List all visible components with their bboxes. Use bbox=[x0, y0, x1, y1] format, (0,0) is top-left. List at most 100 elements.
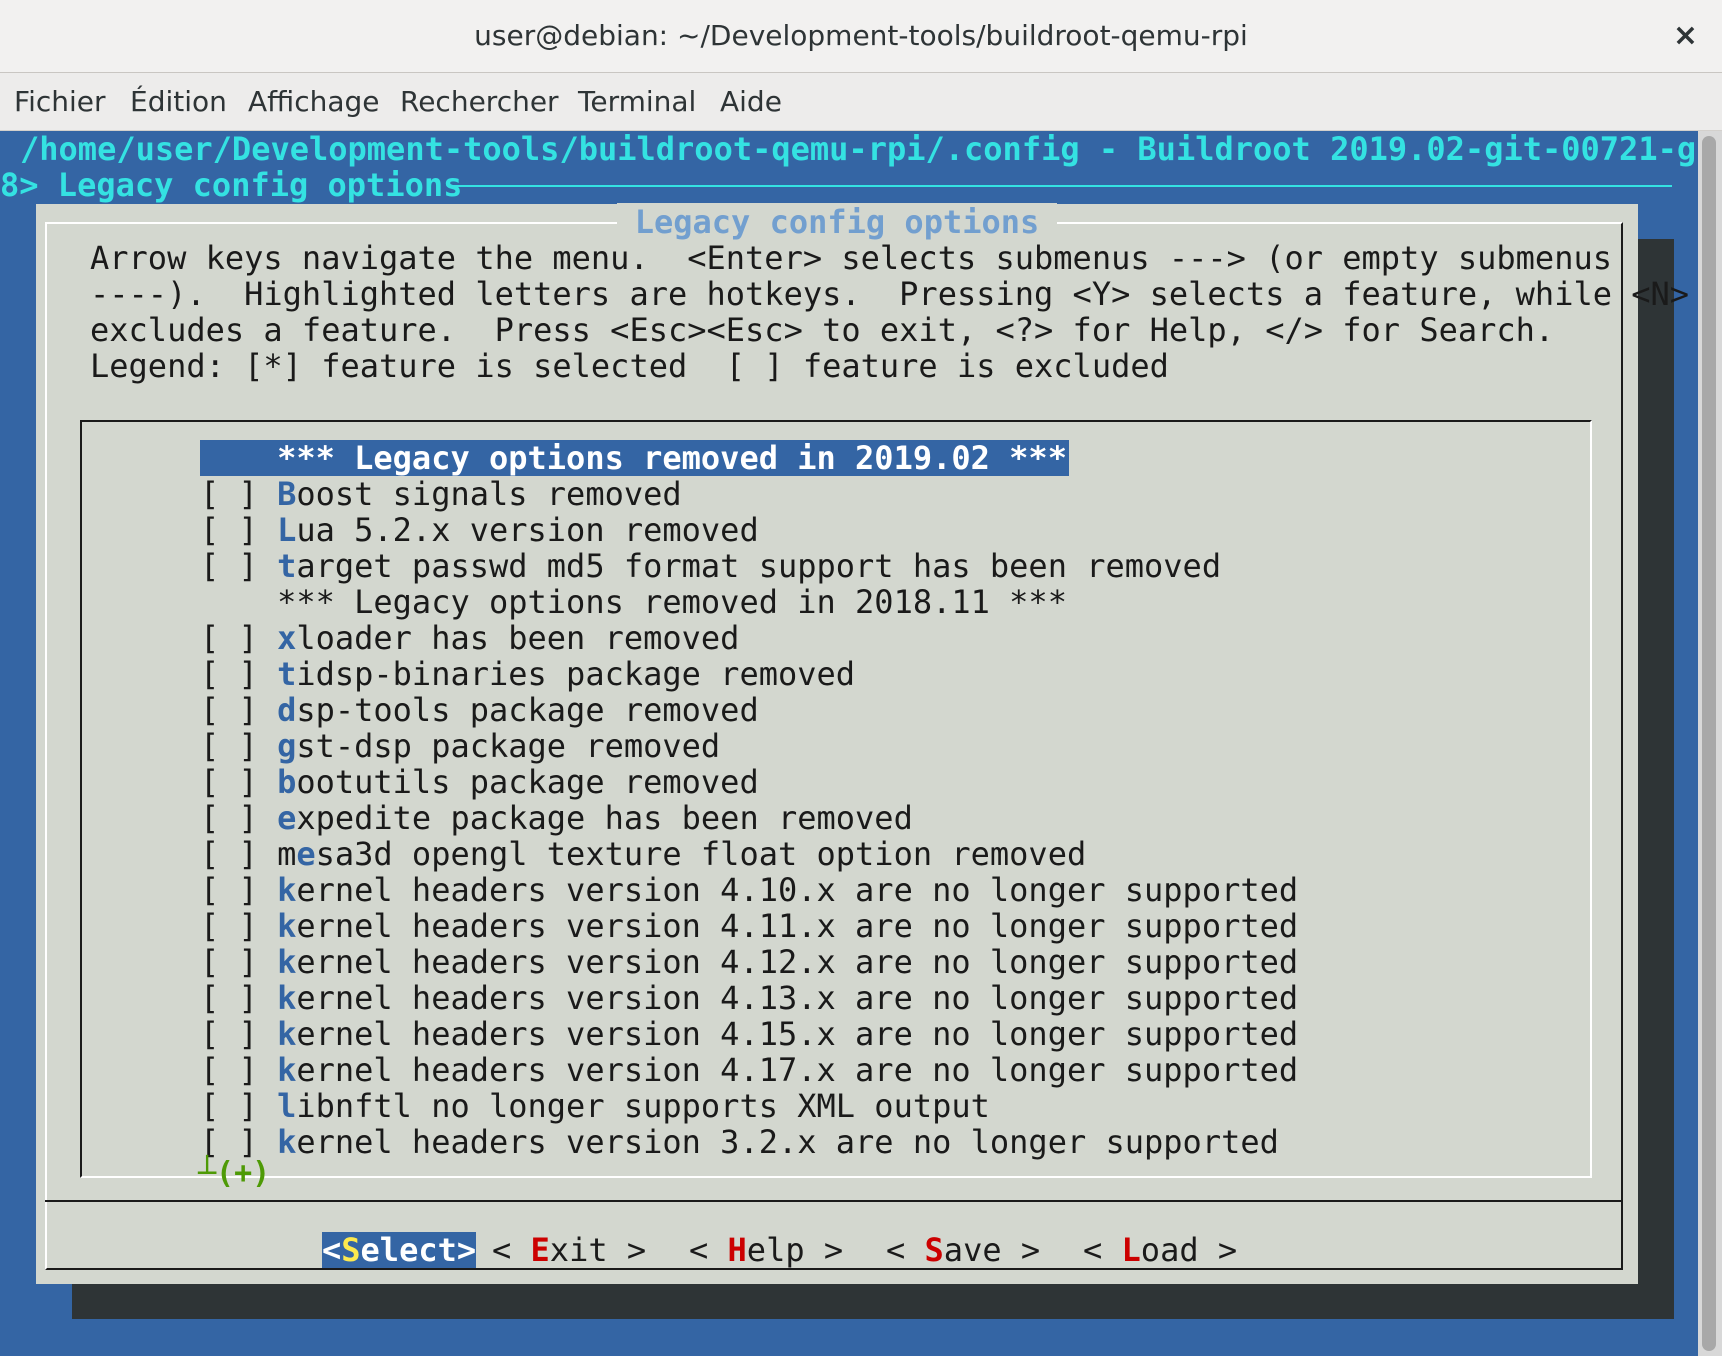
item-prefix: [ ] bbox=[200, 799, 278, 837]
item-label: ernel headers version 4.10.x are no long… bbox=[296, 871, 1299, 909]
menu-item[interactable]: [ ] dsp-tools package removed bbox=[200, 692, 759, 728]
close-icon[interactable]: × bbox=[1673, 0, 1698, 72]
menu-rechercher[interactable]: Rechercher bbox=[400, 73, 559, 130]
config-path-line: /home/user/Development-tools/buildroot-q… bbox=[20, 131, 1698, 168]
item-label: *** Legacy options removed in 2018.11 **… bbox=[277, 583, 1067, 621]
item-label: ernel headers version 4.13.x are no long… bbox=[296, 979, 1299, 1017]
dialog-title-bar: Legacy config options bbox=[36, 203, 1638, 241]
menu-affichage[interactable]: Affichage bbox=[248, 73, 380, 130]
item-hotkey: e bbox=[296, 835, 316, 873]
button-post: ave > bbox=[943, 1231, 1041, 1269]
item-prefix: [ ] bbox=[200, 655, 278, 693]
item-hotkey: k bbox=[277, 1123, 297, 1161]
button-separator bbox=[45, 1200, 1623, 1202]
item-label: ernel headers version 4.12.x are no long… bbox=[296, 943, 1299, 981]
button-hotkey: H bbox=[727, 1231, 747, 1269]
menu-item[interactable]: [ ] kernel headers version 4.12.x are no… bbox=[200, 944, 1298, 980]
item-prefix: [ ] m bbox=[200, 835, 297, 873]
item-prefix: [ ] bbox=[200, 691, 278, 729]
item-prefix: [ ] bbox=[200, 943, 278, 981]
item-hotkey: L bbox=[277, 511, 297, 549]
menu-item[interactable]: [ ] kernel headers version 4.11.x are no… bbox=[200, 908, 1298, 944]
item-prefix: [ ] bbox=[200, 871, 278, 909]
scrollbar-thumb[interactable] bbox=[1702, 136, 1716, 1351]
item-label: arget passwd md5 format support has been… bbox=[296, 547, 1222, 585]
button-post: xit > bbox=[549, 1231, 647, 1269]
help-line-1: Arrow keys navigate the menu. <Enter> se… bbox=[90, 239, 1612, 277]
menu-item[interactable]: [ ] kernel headers version 4.10.x are no… bbox=[200, 872, 1298, 908]
item-hotkey: t bbox=[277, 655, 297, 693]
menu-terminal[interactable]: Terminal bbox=[578, 73, 696, 130]
help-button[interactable]: < Help > bbox=[689, 1232, 843, 1268]
item-label: ootutils package removed bbox=[296, 763, 759, 801]
button-pre: < bbox=[322, 1231, 342, 1269]
item-prefix: [ ] bbox=[200, 907, 278, 945]
button-pre: < bbox=[1083, 1231, 1122, 1269]
item-prefix: [ ] bbox=[200, 1051, 278, 1089]
menu-item[interactable]: [ ] target passwd md5 format support has… bbox=[200, 548, 1221, 584]
menu-item[interactable]: *** Legacy options removed in 2018.11 **… bbox=[200, 584, 1067, 620]
button-hotkey: L bbox=[1121, 1231, 1141, 1269]
button-hotkey: E bbox=[530, 1231, 550, 1269]
header-rule bbox=[450, 185, 1672, 187]
item-hotkey: l bbox=[277, 1087, 297, 1125]
item-prefix: [ ] bbox=[200, 1015, 278, 1053]
item-hotkey: k bbox=[277, 1051, 297, 1089]
item-hotkey: B bbox=[277, 475, 297, 513]
menu-item[interactable]: [ ] libnftl no longer supports XML outpu… bbox=[200, 1088, 990, 1124]
item-label: ernel headers version 4.15.x are no long… bbox=[296, 1015, 1299, 1053]
menu-aide[interactable]: Aide bbox=[720, 73, 782, 130]
menu-item[interactable]: [ ] Boost signals removed bbox=[200, 476, 682, 512]
menu-item[interactable]: [ ] bootutils package removed bbox=[200, 764, 759, 800]
item-hotkey: k bbox=[277, 1015, 297, 1053]
item-prefix: [ ] bbox=[200, 619, 278, 657]
item-label: *** Legacy options removed in 2019.02 **… bbox=[277, 439, 1067, 477]
button-pre: < bbox=[689, 1231, 728, 1269]
item-hotkey: k bbox=[277, 907, 297, 945]
item-label: ernel headers version 4.17.x are no long… bbox=[296, 1051, 1299, 1089]
item-prefix: [ ] bbox=[200, 763, 278, 801]
item-hotkey: g bbox=[277, 727, 297, 765]
menu-item[interactable]: [ ] kernel headers version 4.13.x are no… bbox=[200, 980, 1298, 1016]
menu-item[interactable]: [ ] mesa3d opengl texture float option r… bbox=[200, 836, 1086, 872]
select-button[interactable]: <Select> bbox=[322, 1231, 477, 1269]
item-prefix: [ ] bbox=[200, 511, 278, 549]
button-pre: < bbox=[886, 1231, 925, 1269]
item-hotkey: k bbox=[277, 979, 297, 1017]
menu-item[interactable]: [ ] tidsp-binaries package removed bbox=[200, 656, 855, 692]
item-prefix: [ ] bbox=[200, 727, 278, 765]
help-line-3: excludes a feature. Press <Esc><Esc> to … bbox=[90, 311, 1555, 349]
terminal-area[interactable]: /home/user/Development-tools/buildroot-q… bbox=[0, 131, 1698, 1356]
menu-item[interactable]: [ ] Lua 5.2.x version removed bbox=[200, 512, 759, 548]
item-hotkey: x bbox=[277, 619, 297, 657]
options-list[interactable]: *** Legacy options removed in 2019.02 **… bbox=[80, 420, 1592, 1191]
window-title: user@debian: ~/Development-tools/buildro… bbox=[474, 19, 1248, 52]
button-hotkey: S bbox=[341, 1231, 361, 1269]
button-post: oad > bbox=[1140, 1231, 1238, 1269]
item-hotkey: t bbox=[277, 547, 297, 585]
menu-item[interactable]: [ ] gst-dsp package removed bbox=[200, 728, 720, 764]
save-button[interactable]: < Save > bbox=[886, 1232, 1040, 1268]
menu-item[interactable]: [ ] kernel headers version 4.15.x are no… bbox=[200, 1016, 1298, 1052]
button-post: elp > bbox=[746, 1231, 844, 1269]
menu-edition[interactable]: Édition bbox=[130, 73, 227, 130]
menu-item-selected[interactable]: *** Legacy options removed in 2019.02 **… bbox=[200, 440, 1069, 476]
item-label: loader has been removed bbox=[296, 619, 740, 657]
button-hotkey: S bbox=[924, 1231, 944, 1269]
item-label: oost signals removed bbox=[296, 475, 682, 513]
load-button[interactable]: < Load > bbox=[1083, 1232, 1237, 1268]
item-prefix: [ ] bbox=[200, 1087, 278, 1125]
exit-button[interactable]: < Exit > bbox=[492, 1232, 646, 1268]
menu-item[interactable]: [ ] xloader has been removed bbox=[200, 620, 739, 656]
item-label: idsp-binaries package removed bbox=[296, 655, 856, 693]
menu-item[interactable]: [ ] kernel headers version 3.2.x are no … bbox=[200, 1124, 1279, 1160]
terminal-scrollbar[interactable] bbox=[1698, 131, 1722, 1356]
item-prefix: [ ] bbox=[200, 979, 278, 1017]
menu-item[interactable]: [ ] expedite package has been removed bbox=[200, 800, 913, 836]
menu-fichier[interactable]: Fichier bbox=[14, 73, 106, 130]
help-line-4: Legend: [*] feature is selected [ ] feat… bbox=[90, 347, 1169, 385]
menu-item[interactable]: [ ] kernel headers version 4.17.x are no… bbox=[200, 1052, 1298, 1088]
item-hotkey: e bbox=[277, 799, 297, 837]
item-prefix: [ ] bbox=[200, 547, 278, 585]
window-titlebar: user@debian: ~/Development-tools/buildro… bbox=[0, 0, 1722, 73]
